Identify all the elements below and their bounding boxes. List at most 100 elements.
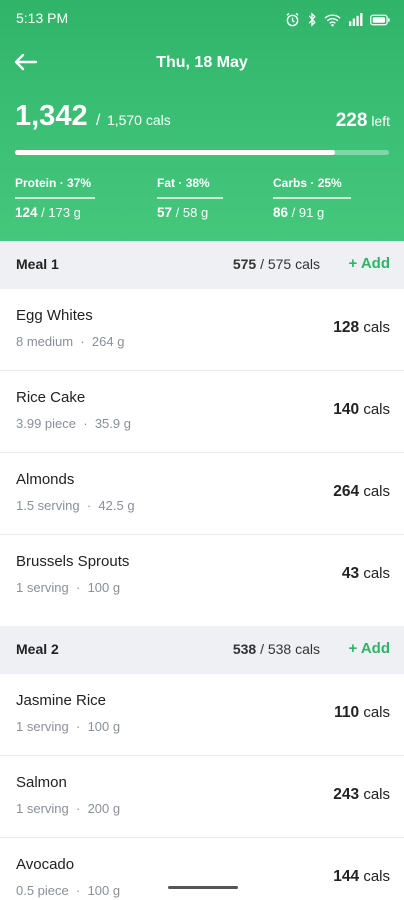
meal-calories-value: 575 (232, 256, 257, 272)
food-qty: 1 serving (16, 719, 69, 734)
macro-pct: 38% (185, 176, 210, 190)
macro-target: / 58 g (175, 205, 209, 220)
macro-underline (273, 197, 351, 199)
food-weight: 35.9 g (94, 416, 131, 431)
signal-icon (349, 13, 363, 26)
status-time: 5:13 PM (16, 10, 69, 26)
food-weight: 100 g (87, 883, 121, 898)
top-bar: Thu, 18 May (0, 52, 404, 76)
food-calories-unit: cals (363, 565, 390, 582)
wifi-icon (324, 14, 341, 26)
food-qty: 0.5 piece (16, 883, 69, 898)
meal-name: Meal 1 (16, 256, 59, 272)
calories-slash: / (96, 112, 101, 129)
macro-target: / 91 g (291, 205, 325, 220)
food-separator: · (86, 498, 92, 513)
food-row[interactable]: Salmon 1 serving · 200 g 243 cals (0, 756, 404, 838)
calories-left-value: 228 (335, 110, 368, 131)
food-calories: 243 cals (333, 786, 390, 804)
macro-underline (15, 197, 95, 199)
food-detail: 3.99 piece · 35.9 g (16, 416, 131, 431)
food-calories-unit: cals (363, 868, 390, 885)
food-calories: 43 cals (342, 565, 390, 583)
food-calories-value: 43 (341, 565, 360, 582)
macro-carbs: Carbs · 25% 86 / 91 g (273, 176, 351, 220)
food-calories-value: 140 (333, 401, 360, 418)
battery-icon (370, 14, 390, 25)
meal-calories: 538 / 538 cals (233, 641, 320, 657)
macro-pct: 37% (67, 176, 92, 190)
food-qty: 1 serving (16, 580, 69, 595)
macro-name: Carbs (273, 176, 308, 190)
food-weight: 200 g (87, 801, 121, 816)
meal-name: Meal 2 (16, 641, 59, 657)
food-detail: 1 serving · 200 g (16, 801, 120, 816)
food-calories-unit: cals (363, 401, 390, 418)
macro-name: Fat (157, 176, 175, 190)
food-calories-unit: cals (363, 704, 390, 721)
food-calories: 144 cals (333, 868, 390, 886)
food-calories: 264 cals (333, 483, 390, 501)
calories-left-label: left (371, 113, 390, 129)
macro-separator: · (310, 176, 315, 190)
meal-calories: 575 / 575 cals (233, 256, 320, 272)
macro-pct: 25% (317, 176, 342, 190)
calorie-progress-fill (15, 150, 335, 155)
food-calories-unit: cals (363, 483, 390, 500)
macro-underline (157, 197, 223, 199)
food-name: Avocado (16, 856, 75, 873)
food-calories: 110 cals (334, 704, 390, 722)
food-separator: · (75, 580, 81, 595)
food-detail: 0.5 piece · 100 g (16, 883, 120, 898)
meal-header-1: Meal 1 575 / 575 cals + Add (0, 241, 404, 289)
food-row[interactable]: Almonds 1.5 serving · 42.5 g 264 cals (0, 453, 404, 535)
meal-calories-total: / 575 cals (260, 256, 320, 272)
food-separator: · (75, 801, 81, 816)
food-row[interactable]: Brussels Sprouts 1 serving · 100 g 43 ca… (0, 535, 404, 617)
food-weight: 100 g (87, 719, 121, 734)
food-name: Jasmine Rice (16, 692, 107, 709)
macro-protein: Protein · 37% 124 / 173 g (15, 176, 95, 220)
calories-consumed: 1,342 (15, 100, 88, 132)
status-icons (285, 12, 390, 27)
summary-header: 5:13 PM Thu, 18 May 1,342 / 1,570 cals 2… (0, 0, 404, 242)
calories-remaining: 228 left (336, 110, 390, 132)
macro-target: / 173 g (41, 205, 81, 220)
food-row[interactable]: Egg Whites 8 medium · 264 g 128 cals (0, 289, 404, 371)
food-separator: · (75, 719, 81, 734)
macro-separator: · (59, 176, 64, 190)
food-weight: 100 g (87, 580, 121, 595)
calorie-summary: 1,342 / 1,570 cals 228 left (15, 100, 390, 136)
food-separator: · (80, 334, 85, 349)
meal-calories-total: / 538 cals (260, 641, 320, 657)
food-name: Brussels Sprouts (16, 553, 130, 570)
status-bar: 5:13 PM (16, 10, 390, 30)
macro-value: 86 (273, 205, 289, 220)
food-name: Almonds (16, 471, 75, 488)
food-name: Salmon (16, 774, 67, 791)
food-detail: 1 serving · 100 g (16, 719, 120, 734)
food-calories: 140 cals (333, 401, 390, 419)
macro-value: 124 (15, 205, 38, 220)
date-title[interactable]: Thu, 18 May (0, 54, 404, 72)
add-food-button[interactable]: + Add (348, 640, 390, 657)
food-row[interactable]: Avocado 0.5 piece · 100 g 144 cals (0, 838, 404, 900)
food-qty: 1.5 serving (16, 498, 80, 513)
food-calories-value: 144 (333, 868, 360, 885)
food-separator: · (83, 416, 88, 431)
home-indicator[interactable] (168, 886, 238, 889)
food-qty: 8 medium (16, 334, 74, 349)
add-food-button[interactable]: + Add (348, 255, 390, 272)
meal-calories-value: 538 (232, 641, 257, 657)
food-calories: 128 cals (333, 319, 390, 337)
food-calories-value: 243 (333, 786, 360, 803)
food-calories-unit: cals (363, 786, 390, 803)
food-weight: 264 g (91, 334, 125, 349)
food-row[interactable]: Rice Cake 3.99 piece · 35.9 g 140 cals (0, 371, 404, 453)
food-calories-unit: cals (363, 319, 390, 336)
calorie-progress-bar (15, 150, 389, 155)
food-qty: 1 serving (16, 801, 69, 816)
macro-separator: · (178, 176, 183, 190)
food-row[interactable]: Jasmine Rice 1 serving · 100 g 110 cals (0, 674, 404, 756)
macro-value: 57 (157, 205, 173, 220)
